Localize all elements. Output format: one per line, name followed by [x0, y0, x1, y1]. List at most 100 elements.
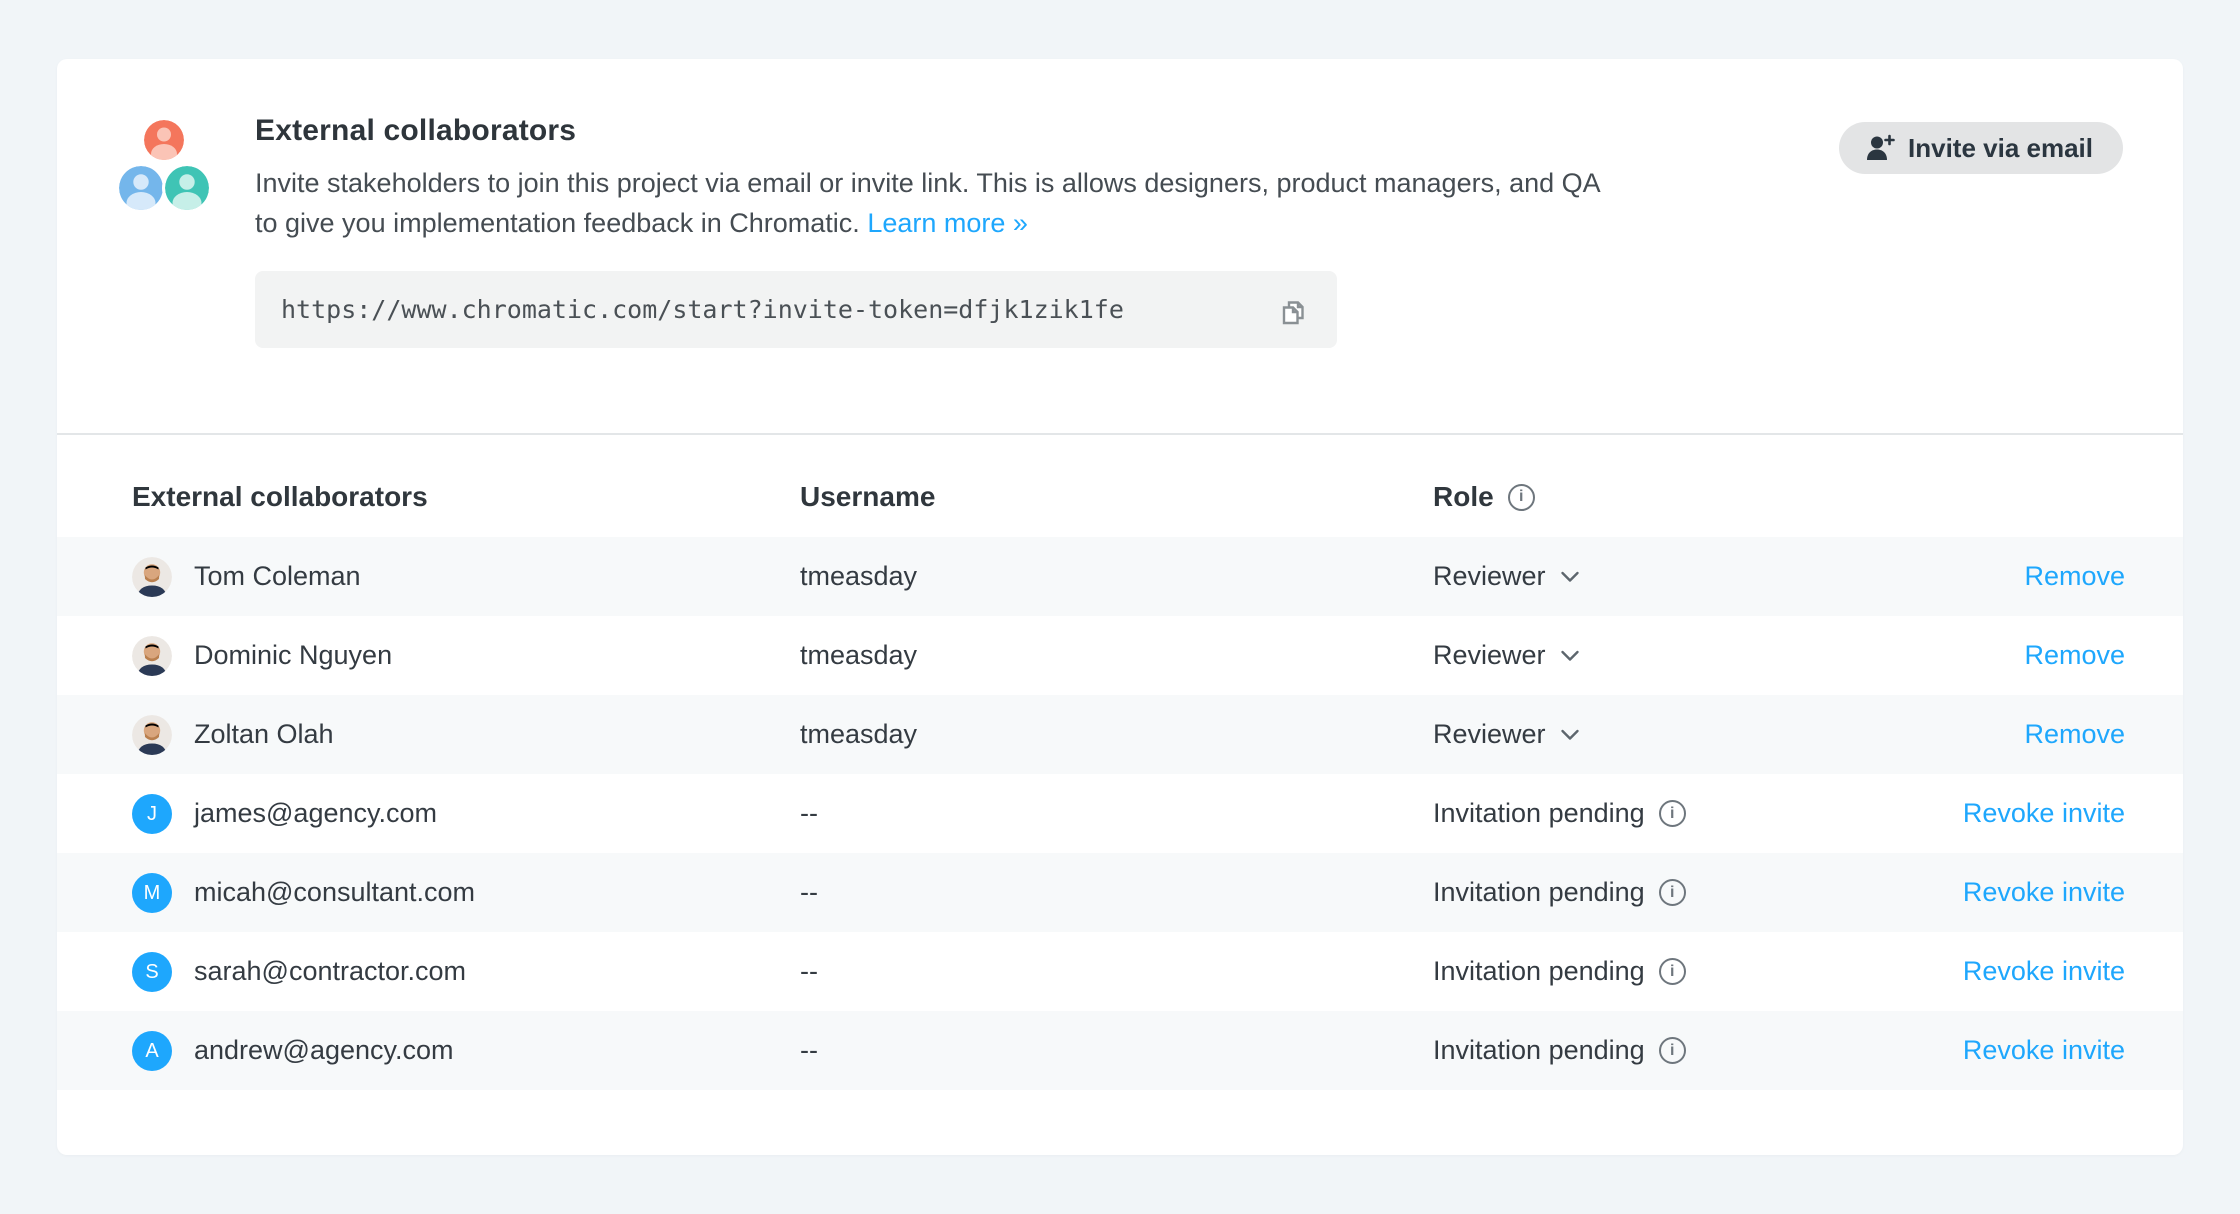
user-photo-avatar	[132, 557, 172, 597]
avatar-initial-letter: S	[145, 962, 158, 982]
collaborator-cell: M micah@consultant.com	[57, 873, 800, 913]
avatar-initial-letter: J	[147, 804, 157, 824]
revoke-invite-link[interactable]: Revoke invite	[1963, 1035, 2183, 1066]
collaborator-name: sarah@contractor.com	[194, 956, 466, 987]
role-cell: Reviewer i Remove	[1433, 640, 2183, 671]
username-value: --	[800, 1035, 818, 1065]
column-header-collaborators: External collaborators	[57, 481, 800, 513]
table-row: Zoltan Olah tmeasday Reviewer i Remove	[57, 695, 2183, 774]
learn-more-link[interactable]: Learn more »	[867, 208, 1028, 238]
person-plus-icon	[1865, 134, 1895, 162]
copy-icon[interactable]	[1275, 292, 1311, 328]
collaborator-name: Tom Coleman	[194, 561, 361, 592]
invite-button-label: Invite via email	[1908, 133, 2093, 164]
table-row: Dominic Nguyen tmeasday Reviewer i Remov…	[57, 616, 2183, 695]
info-icon[interactable]: i	[1508, 484, 1535, 511]
user-photo-avatar	[132, 636, 172, 676]
role-cell: Reviewer i Remove	[1433, 719, 2183, 750]
role-select[interactable]: Reviewer i	[1433, 719, 1580, 750]
person-icon-blue	[116, 163, 166, 213]
username-cell: --	[800, 798, 1433, 829]
username-cell: tmeasday	[800, 719, 1433, 750]
username-cell: tmeasday	[800, 640, 1433, 671]
role-label: Reviewer	[1433, 640, 1546, 671]
username-cell: --	[800, 877, 1433, 908]
remove-link[interactable]: Remove	[2024, 561, 2183, 592]
collaborator-cell: S sarah@contractor.com	[57, 952, 800, 992]
collaborators-table: External collaborators Username Role i T…	[57, 435, 2183, 1090]
username-value: --	[800, 956, 818, 986]
username-cell: tmeasday	[800, 561, 1433, 592]
role-cell: Reviewer i Remove	[1433, 561, 2183, 592]
table-row: J james@agency.com -- Invitation pending…	[57, 774, 2183, 853]
role-label: Reviewer	[1433, 561, 1546, 592]
invite-link-text[interactable]: https://www.chromatic.com/start?invite-t…	[281, 295, 1275, 324]
revoke-invite-link[interactable]: Revoke invite	[1963, 798, 2183, 829]
header-text: External collaborators Invite stakeholde…	[255, 111, 1635, 348]
info-icon[interactable]: i	[1659, 879, 1686, 906]
info-icon[interactable]: i	[1659, 1037, 1686, 1064]
collaborator-name: micah@consultant.com	[194, 877, 475, 908]
remove-link[interactable]: Remove	[2024, 640, 2183, 671]
role-select[interactable]: Invitation pending i	[1433, 798, 1686, 829]
username-cell: --	[800, 956, 1433, 987]
initial-avatar: M	[132, 873, 172, 913]
remove-link[interactable]: Remove	[2024, 719, 2183, 750]
table-row: S sarah@contractor.com -- Invitation pen…	[57, 932, 2183, 1011]
collaborator-cell: Tom Coleman	[57, 557, 800, 597]
section-description: Invite stakeholders to join this project…	[255, 163, 1625, 243]
username-value: --	[800, 798, 818, 828]
initial-avatar: S	[132, 952, 172, 992]
role-cell: Invitation pending i Revoke invite	[1433, 1035, 2183, 1066]
collaborator-cell: Dominic Nguyen	[57, 636, 800, 676]
revoke-invite-link[interactable]: Revoke invite	[1963, 877, 2183, 908]
collaborator-name: andrew@agency.com	[194, 1035, 454, 1066]
person-icon-teal	[162, 163, 212, 213]
role-label: Invitation pending	[1433, 877, 1645, 908]
table-body: Tom Coleman tmeasday Reviewer i Remove	[57, 537, 2183, 1090]
collaborator-name: Zoltan Olah	[194, 719, 334, 750]
table-row: M micah@consultant.com -- Invitation pen…	[57, 853, 2183, 932]
role-select[interactable]: Invitation pending i	[1433, 1035, 1686, 1066]
info-icon[interactable]: i	[1659, 958, 1686, 985]
column-header-username: Username	[800, 481, 1433, 513]
initial-avatar: A	[132, 1031, 172, 1071]
collaborator-cell: A andrew@agency.com	[57, 1031, 800, 1071]
username-value: tmeasday	[800, 640, 917, 670]
collaborator-name: Dominic Nguyen	[194, 640, 392, 671]
username-value: tmeasday	[800, 561, 917, 591]
role-label: Invitation pending	[1433, 798, 1645, 829]
role-select[interactable]: Reviewer i	[1433, 640, 1580, 671]
role-select[interactable]: Invitation pending i	[1433, 877, 1686, 908]
user-photo-avatar	[132, 715, 172, 755]
table-row: Tom Coleman tmeasday Reviewer i Remove	[57, 537, 2183, 616]
revoke-invite-link[interactable]: Revoke invite	[1963, 956, 2183, 987]
role-header-label: Role	[1433, 481, 1494, 513]
role-label: Reviewer	[1433, 719, 1546, 750]
role-cell: Invitation pending i Revoke invite	[1433, 798, 2183, 829]
chevron-down-icon	[1560, 570, 1580, 584]
person-icon-orange	[144, 120, 184, 160]
chevron-down-icon	[1560, 728, 1580, 742]
collaborator-cell: Zoltan Olah	[57, 715, 800, 755]
invite-link-box: https://www.chromatic.com/start?invite-t…	[255, 271, 1337, 348]
role-select[interactable]: Invitation pending i	[1433, 956, 1686, 987]
avatar-initial-letter: M	[144, 883, 161, 903]
role-select[interactable]: Reviewer i	[1433, 561, 1580, 592]
role-label: Invitation pending	[1433, 1035, 1645, 1066]
invite-via-email-button[interactable]: Invite via email	[1839, 122, 2123, 174]
section-title: External collaborators	[255, 111, 1635, 151]
role-cell: Invitation pending i Revoke invite	[1433, 956, 2183, 987]
role-cell: Invitation pending i Revoke invite	[1433, 877, 2183, 908]
table-row: A andrew@agency.com -- Invitation pendin…	[57, 1011, 2183, 1090]
username-cell: --	[800, 1035, 1433, 1066]
table-header-row: External collaborators Username Role i	[57, 435, 2183, 537]
username-value: tmeasday	[800, 719, 917, 749]
collaborator-name: james@agency.com	[194, 798, 437, 829]
info-icon[interactable]: i	[1659, 800, 1686, 827]
external-collaborators-card: External collaborators Invite stakeholde…	[57, 59, 2183, 1155]
collaborator-cell: J james@agency.com	[57, 794, 800, 834]
role-label: Invitation pending	[1433, 956, 1645, 987]
collaborators-group-icon	[117, 113, 233, 215]
avatar-initial-letter: A	[145, 1041, 158, 1061]
